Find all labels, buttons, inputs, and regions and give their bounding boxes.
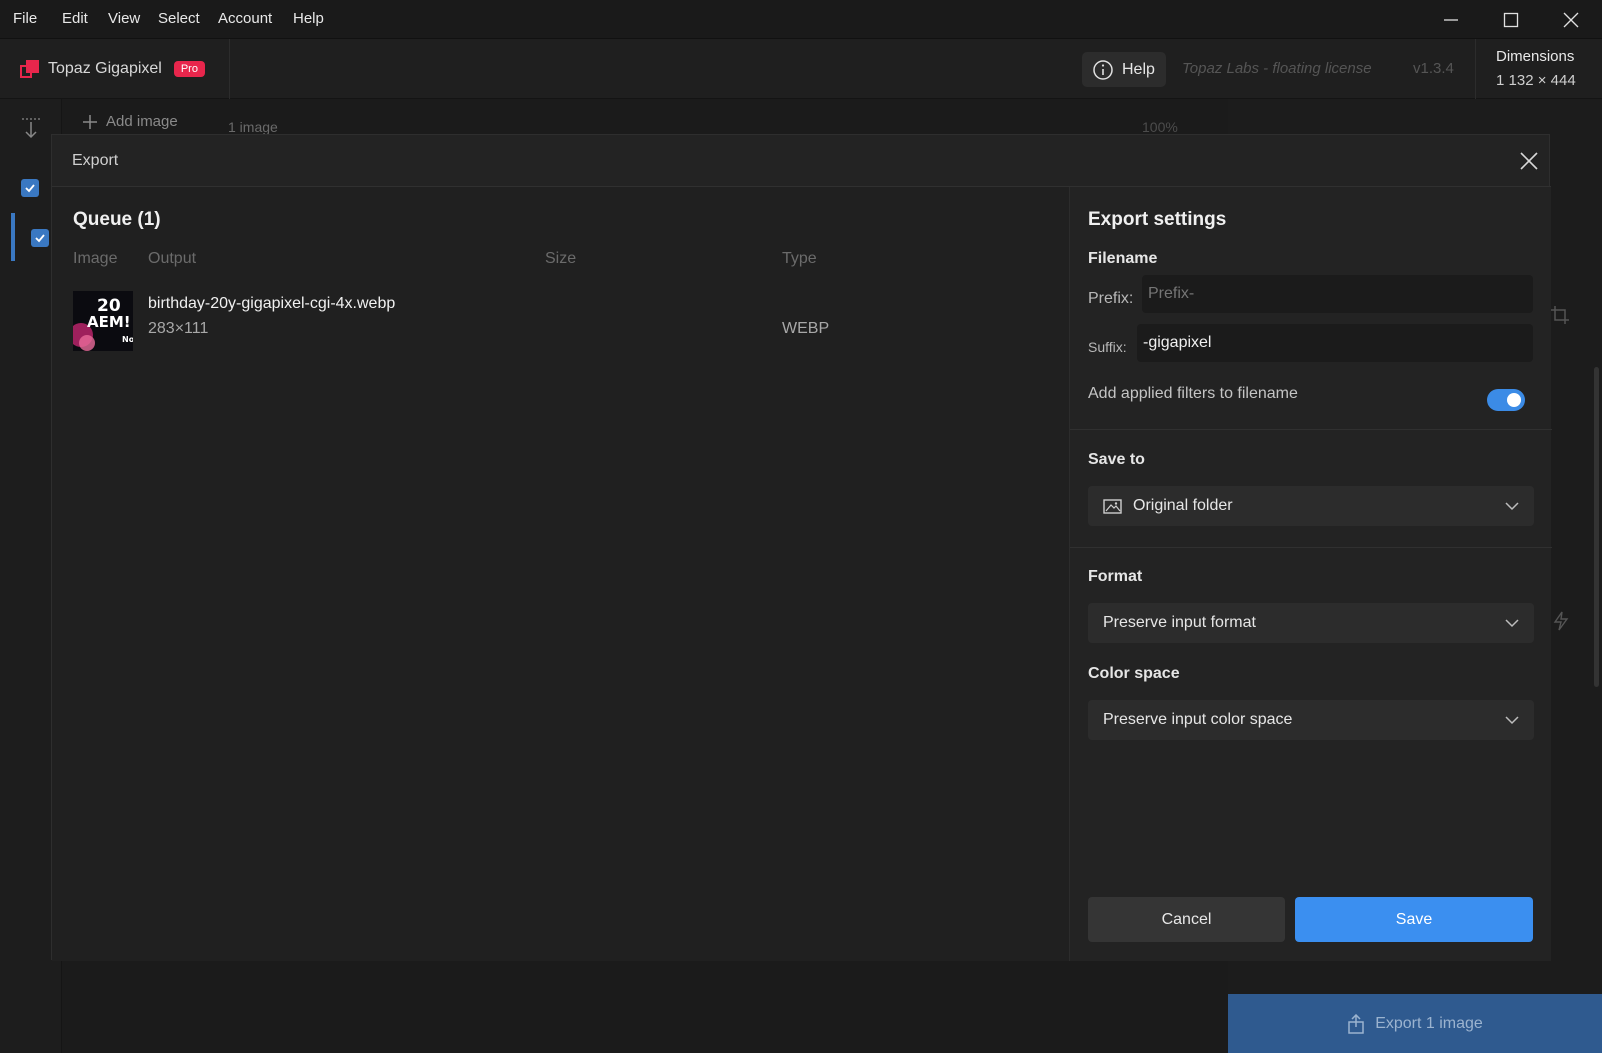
filters-toggle[interactable]	[1487, 389, 1525, 411]
filename-label: Filename	[1088, 250, 1158, 267]
app-name: Topaz Gigapixel	[48, 60, 162, 77]
format-value: Preserve input format	[1103, 614, 1256, 631]
export-images-label: Export 1 image	[1375, 1014, 1483, 1032]
app-logo-icon	[20, 60, 39, 78]
format-dropdown[interactable]: Preserve input format	[1088, 603, 1534, 643]
cancel-button[interactable]: Cancel	[1088, 897, 1285, 942]
menu-view[interactable]: View	[108, 10, 140, 27]
pro-badge: Pro	[173, 61, 205, 77]
thumb-text-3: No	[122, 335, 133, 344]
suffix-label: Suffix:	[1088, 339, 1127, 355]
menu-bar: File Edit View Select Account Help	[0, 0, 1602, 39]
save-to-label: Save to	[1088, 451, 1145, 468]
export-dialog: Export Queue (1) Image Output Size Type …	[51, 134, 1552, 961]
suffix-input[interactable]: -gigapixel	[1137, 324, 1533, 362]
share-icon	[1348, 1013, 1364, 1034]
image-count: 1 image	[228, 119, 278, 135]
suffix-value: -gigapixel	[1143, 334, 1212, 351]
sort-icon[interactable]	[20, 117, 42, 144]
check-icon	[25, 184, 35, 193]
menu-file[interactable]: File	[13, 10, 37, 27]
help-button[interactable]: Help	[1082, 52, 1166, 87]
app-header: Topaz Gigapixel Pro Help Topaz Labs - fl…	[0, 39, 1602, 99]
zoom-value: 100%	[1142, 119, 1178, 135]
output-type: WEBP	[782, 320, 830, 337]
info-icon	[1093, 59, 1113, 80]
license-text: Topaz Labs - floating license	[1182, 60, 1372, 77]
add-image-button[interactable]: Add image	[82, 113, 178, 130]
menu-help[interactable]: Help	[293, 10, 324, 27]
section-divider	[1070, 547, 1552, 548]
prefix-input[interactable]	[1142, 275, 1533, 313]
help-label: Help	[1122, 60, 1155, 78]
chevron-down-icon	[1505, 619, 1519, 628]
lightning-icon	[1552, 611, 1570, 636]
queue-title: Queue (1)	[73, 209, 161, 230]
dialog-close-button[interactable]	[1514, 146, 1544, 176]
export-settings-panel: Export settings Filename Prefix: Suffix:…	[1069, 187, 1552, 961]
prefix-label: Prefix:	[1088, 290, 1134, 307]
menu-edit[interactable]: Edit	[62, 10, 88, 27]
minimize-icon	[1444, 18, 1458, 21]
chevron-down-icon	[1505, 502, 1519, 511]
brand: Topaz Gigapixel Pro	[20, 59, 205, 79]
select-all-checkbox[interactable]	[21, 179, 39, 197]
column-header-type: Type	[782, 250, 817, 267]
export-images-button[interactable]: Export 1 image	[1228, 994, 1602, 1053]
plus-icon	[83, 114, 97, 129]
check-icon	[35, 234, 45, 243]
toggle-knob	[1507, 393, 1521, 407]
color-space-label: Color space	[1088, 665, 1180, 682]
output-filename: birthday-20y-gigapixel-cgi-4x.webp	[148, 295, 396, 312]
dialog-title: Export	[72, 152, 119, 169]
save-button[interactable]: Save	[1295, 897, 1533, 942]
menu-account[interactable]: Account	[218, 10, 272, 27]
add-image-label: Add image	[106, 113, 178, 130]
filters-label: Add applied filters to filename	[1088, 385, 1298, 402]
window-close-button[interactable]	[1542, 0, 1600, 39]
close-icon	[1520, 152, 1538, 170]
maximize-button[interactable]	[1482, 0, 1540, 39]
close-icon	[1563, 12, 1579, 27]
section-divider	[1070, 429, 1552, 430]
column-header-image: Image	[73, 250, 118, 267]
image-thumbnail: 20 AEM! No	[73, 291, 133, 351]
save-to-dropdown[interactable]: Original folder	[1088, 486, 1534, 526]
output-dimensions: 283×111	[148, 320, 209, 337]
format-label: Format	[1088, 568, 1143, 585]
color-space-value: Preserve input color space	[1103, 711, 1293, 728]
background-toolbar: Add image 1 image 100%	[62, 99, 1228, 139]
chevron-down-icon	[1505, 716, 1519, 725]
color-space-dropdown[interactable]: Preserve input color space	[1088, 700, 1534, 740]
column-header-output: Output	[148, 250, 197, 267]
header-divider	[229, 39, 230, 99]
crop-icon	[1550, 305, 1570, 330]
minimize-button[interactable]	[1422, 0, 1480, 39]
scrollbar[interactable]	[1594, 367, 1599, 687]
maximize-icon	[1503, 12, 1519, 27]
save-to-value: Original folder	[1133, 497, 1233, 514]
dimensions-label: Dimensions	[1496, 48, 1575, 65]
dimensions-value: 1 132 × 444	[1496, 72, 1576, 89]
folder-image-icon	[1103, 499, 1122, 514]
queue-panel: Queue (1) Image Output Size Type 20 AEM!…	[52, 187, 1069, 961]
image-checkbox[interactable]	[31, 229, 49, 247]
header-divider-right	[1475, 39, 1476, 99]
column-header-size: Size	[545, 250, 577, 267]
selected-indicator	[11, 213, 15, 261]
menu-select[interactable]: Select	[158, 10, 200, 27]
thumb-text-2: AEM!	[87, 313, 131, 331]
save-label: Save	[1395, 910, 1433, 928]
version-text: v1.3.4	[1413, 60, 1454, 77]
cancel-label: Cancel	[1161, 910, 1212, 928]
settings-title: Export settings	[1088, 209, 1227, 230]
